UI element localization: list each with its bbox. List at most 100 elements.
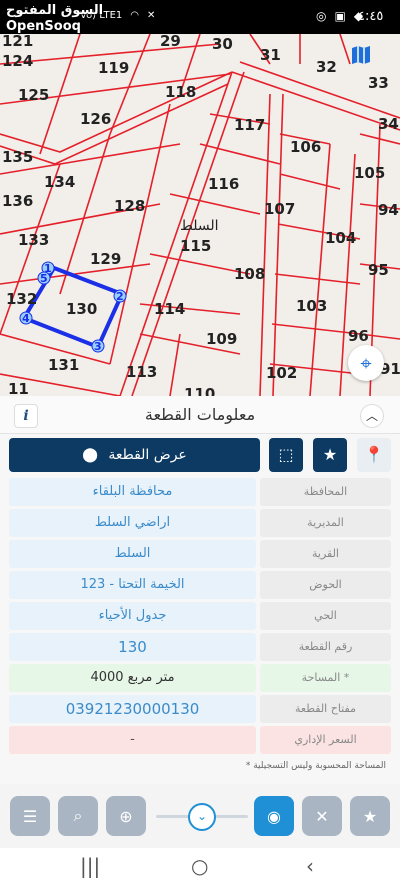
star-icon: ★	[322, 445, 338, 464]
gallery-icon: ▣	[334, 9, 346, 23]
tools-icon: ✕	[315, 806, 329, 826]
parcel-label: 110	[184, 385, 215, 396]
tools-button[interactable]: ✕	[302, 796, 342, 836]
parcel-key-value[interactable]: 03921230000130	[9, 695, 256, 723]
google-maps-icon: 📍	[364, 445, 384, 464]
list-button[interactable]: ☰	[10, 796, 50, 836]
parcel-number-label: رقم القطعة	[260, 633, 391, 661]
wifi-icon: ◠	[130, 10, 139, 21]
area-label: السلط	[180, 218, 219, 234]
search-icon: ⌕	[73, 806, 83, 825]
location-button[interactable]: ◉	[254, 796, 294, 836]
village-label: القرية	[260, 540, 391, 568]
directorate-value[interactable]: اراضي السلط	[9, 509, 256, 537]
parcel-label: 32	[316, 58, 337, 76]
governorate-label: المحافظة	[260, 478, 391, 506]
polygon-icon: ⬚	[278, 445, 294, 464]
area-footnote: * المساحة المحسوبة وليس التسجيلية	[245, 761, 386, 771]
parcel-label: 109	[206, 330, 237, 348]
parcel-label: 129	[90, 250, 121, 268]
star-icon: ★	[362, 806, 378, 826]
map-canvas[interactable]: 1 5 2 3 4 121 124 125 135 136 133 132 13…	[0, 34, 400, 396]
parcel-info-panel: i معلومات القطعة ︿ ⬤ عرض القطعة ⬚ ★ 📍 مح…	[0, 396, 400, 784]
parcel-label: 136	[2, 192, 33, 210]
parcel-label: 114	[154, 300, 185, 318]
parcel-key-label: مفتاح القطعة	[260, 695, 391, 723]
panel-title: معلومات القطعة	[144, 405, 256, 424]
parcel-label: 135	[2, 148, 33, 166]
parcel-label: 104	[325, 229, 356, 247]
info-row: 03921230000130 مفتاح القطعة	[9, 695, 391, 723]
parcel-map[interactable]: 1 5 2 3 4 121 124 125 135 136 133 132 13…	[0, 34, 400, 396]
bottom-toolbar: ☰ ⌕ ⊕ ⌄ ◉ ✕ ★	[0, 784, 400, 848]
alarm-icon: ◎	[316, 9, 327, 23]
system-nav-bar: ||| ○ ‹	[0, 848, 400, 889]
neighborhood-value[interactable]: جدول الأحياء	[9, 602, 256, 630]
map-icon	[352, 46, 370, 64]
location-pin-icon: ◉	[267, 806, 281, 826]
parcel-label: 108	[234, 265, 265, 283]
village-value[interactable]: السلط	[9, 540, 256, 568]
parcel-label: 103	[296, 297, 327, 315]
back-button[interactable]: ‹	[306, 854, 314, 878]
parcel-label: 133	[18, 231, 49, 249]
area-value[interactable]: 4000 متر مربع	[9, 664, 256, 692]
parcel-label: 125	[18, 86, 49, 104]
info-row: 4000 متر مربع المساحة *	[9, 664, 391, 692]
mute-icon: ✕	[146, 10, 156, 21]
show-parcel-label: عرض القطعة	[108, 447, 187, 463]
basin-value[interactable]: الخيمة التحتا - 123	[9, 571, 256, 599]
recents-button[interactable]: |||	[80, 854, 100, 878]
parcel-label: 128	[114, 197, 145, 215]
home-button[interactable]: ○	[191, 854, 208, 878]
parcel-label: 113	[126, 363, 157, 381]
collapse-button[interactable]: ︿	[360, 404, 384, 428]
favorites-button[interactable]: ★	[350, 796, 390, 836]
parcel-label: 30	[212, 35, 233, 53]
chevron-up-icon: ︿	[365, 409, 378, 423]
add-location-icon: ⊕	[119, 806, 133, 826]
vertex-label: 4	[22, 312, 30, 325]
parcel-label: 116	[208, 175, 239, 193]
parcel-label: 130	[66, 300, 97, 318]
parcel-label: 34	[378, 115, 399, 133]
vertex-label: 2	[116, 290, 124, 303]
parcel-label: 126	[80, 110, 111, 128]
info-row: السلط القرية	[9, 540, 391, 568]
show-parcel-button[interactable]: ⬤ عرض القطعة	[9, 438, 260, 472]
watermark-english: OpenSooq	[6, 19, 81, 34]
area-label-field: المساحة *	[260, 664, 391, 692]
info-row: جدول الأحياء الحي	[9, 602, 391, 630]
parcel-label: 134	[44, 173, 75, 191]
admin-price-label: السعر الإداري	[260, 726, 391, 754]
directorate-label: المديرية	[260, 509, 391, 537]
zoom-slider-knob[interactable]: ⌄	[188, 803, 216, 831]
governorate-value[interactable]: محافظة البلقاء	[9, 478, 256, 506]
search-button[interactable]: ⌕	[58, 796, 98, 836]
vertex-label: 5	[40, 272, 48, 285]
status-right-icons: ◎ ▣ ◆	[316, 9, 363, 23]
parcel-label: 107	[264, 200, 295, 218]
parcel-label: 117	[234, 116, 265, 134]
vertex-label: 3	[94, 340, 102, 353]
parcel-label: 11	[8, 380, 29, 396]
action-bar: ⬤ عرض القطعة ⬚ ★ 📍	[9, 438, 391, 472]
info-row: الخيمة التحتا - 123 الحوض	[9, 571, 391, 599]
parcel-number-value[interactable]: 130	[9, 633, 256, 661]
map-layers-button[interactable]	[350, 44, 386, 80]
location-pin-icon: ⬤	[82, 447, 98, 463]
parcel-label: 95	[368, 261, 389, 279]
basin-label: الحوض	[260, 571, 391, 599]
favorite-button[interactable]: ★	[313, 438, 347, 472]
add-location-button[interactable]: ⊕	[106, 796, 146, 836]
admin-price-value[interactable]: -	[9, 726, 256, 754]
info-row: اراضي السلط المديرية	[9, 509, 391, 537]
parcel-label: 118	[165, 83, 196, 101]
polygon-button[interactable]: ⬚	[269, 438, 303, 472]
parcel-label: 105	[354, 164, 385, 182]
list-icon: ☰	[22, 806, 38, 826]
crosshair-icon: ⌖	[360, 351, 372, 375]
my-location-button[interactable]: ⌖	[348, 345, 384, 381]
google-maps-button[interactable]: 📍	[357, 438, 391, 472]
parcel-label: 119	[98, 59, 129, 77]
